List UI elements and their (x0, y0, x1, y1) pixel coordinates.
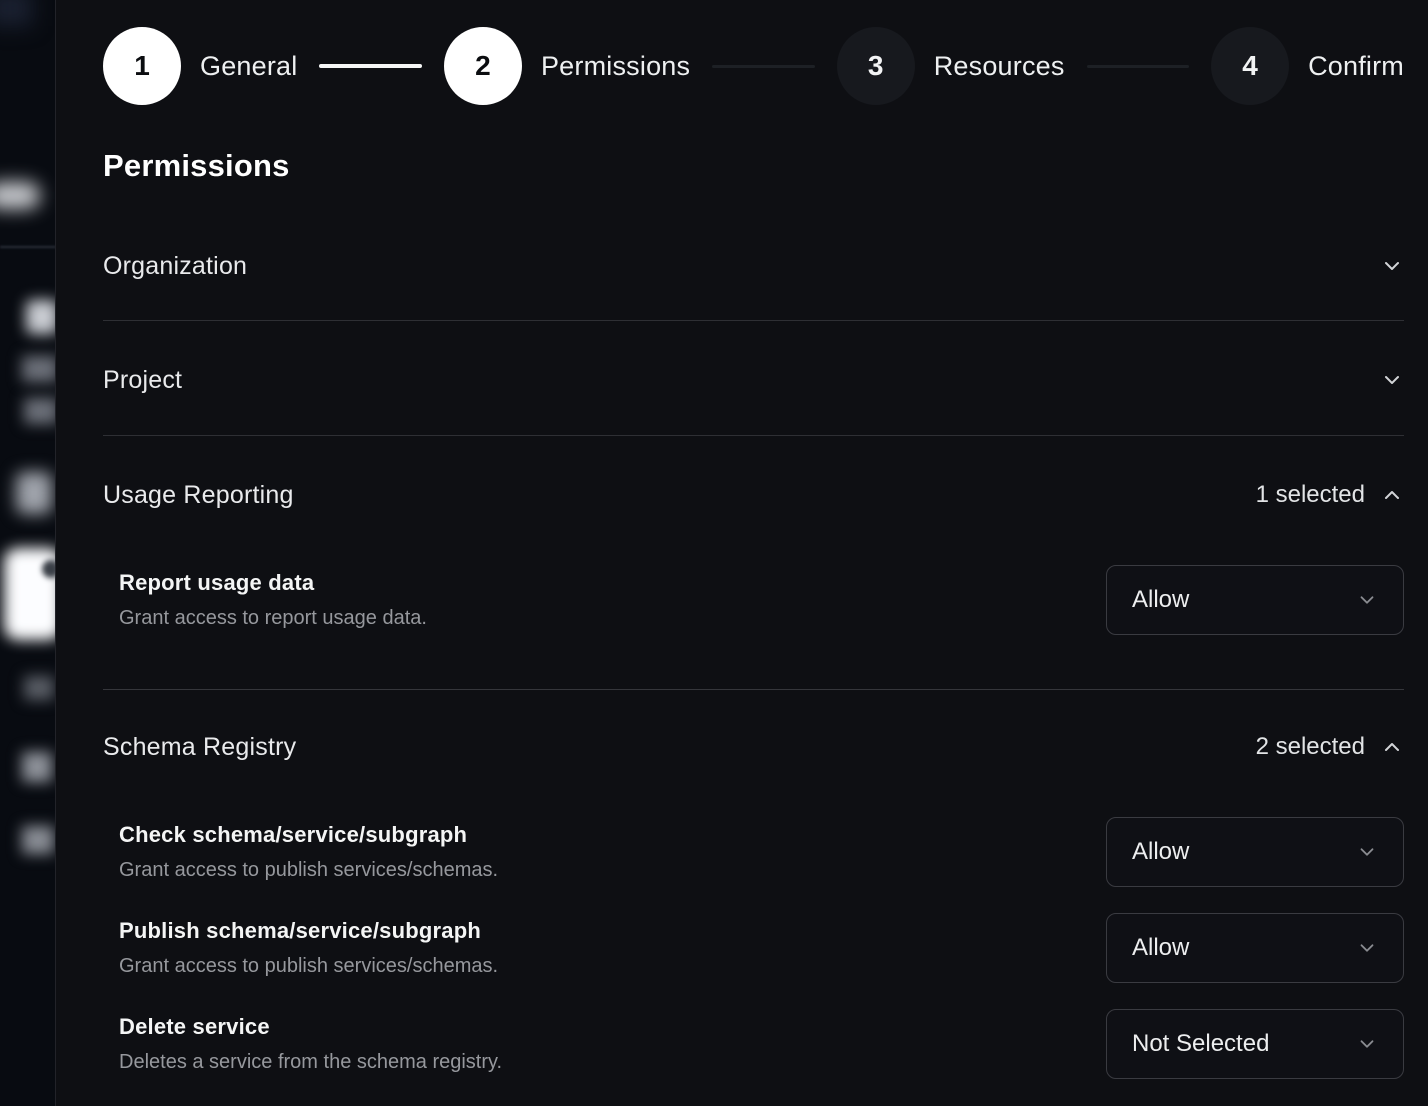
chevron-up-icon (1380, 483, 1404, 507)
dropdown-selected-value: Not Selected (1132, 1030, 1269, 1058)
permission-row: Publish schema/service/subgraph Grant ac… (119, 913, 1404, 983)
stepper-connector-todo (712, 65, 815, 68)
stepper-connector-todo (1087, 65, 1190, 68)
section-title: Schema Registry (103, 732, 296, 762)
permission-row: Report usage data Grant access to report… (119, 565, 1404, 635)
blurred-divider (0, 246, 56, 248)
section-header-schema-registry[interactable]: Schema Registry 2 selected (103, 732, 1404, 762)
section-divider (103, 320, 1404, 321)
chevron-down-icon (1380, 368, 1404, 392)
step-label: General (200, 51, 297, 82)
permission-title: Delete service (119, 1014, 502, 1040)
blurred-sidebar-item (22, 752, 52, 782)
step-label: Confirm (1308, 51, 1404, 82)
stepper-step-general[interactable]: 1 General (103, 27, 297, 105)
section-title: Organization (103, 251, 247, 281)
chevron-down-icon (1356, 841, 1378, 863)
blurred-sidebar-item (22, 356, 56, 382)
blurred-sidebar-item (24, 398, 56, 424)
blurred-sidebar-icon (16, 472, 52, 514)
chevron-up-icon (1380, 735, 1404, 759)
step-number-badge: 1 (103, 27, 181, 105)
stepper-step-resources[interactable]: 3 Resources (837, 27, 1065, 105)
permission-title: Publish schema/service/subgraph (119, 918, 498, 944)
permission-title: Check schema/service/subgraph (119, 822, 498, 848)
wizard-stepper: 1 General 2 Permissions 3 Resources 4 Co… (103, 27, 1404, 105)
selected-count-badge: 1 selected (1256, 481, 1365, 509)
permission-row: Check schema/service/subgraph Grant acce… (119, 817, 1404, 887)
permission-value-dropdown[interactable]: Not Selected (1106, 1009, 1404, 1079)
stepper-step-confirm[interactable]: 4 Confirm (1211, 27, 1404, 105)
chevron-down-icon (1356, 1033, 1378, 1055)
section-divider (103, 435, 1404, 436)
section-header-usage-reporting[interactable]: Usage Reporting 1 selected (103, 480, 1404, 510)
permission-description: Deletes a service from the schema regist… (119, 1050, 502, 1074)
backdrop-blurred-sidebar (0, 0, 56, 1106)
blurred-sidebar-item (0, 182, 40, 209)
blurred-sidebar-item (26, 300, 56, 334)
section-title: Project (103, 365, 182, 395)
blurred-sidebar-item (24, 676, 54, 700)
permission-row: Delete service Deletes a service from th… (119, 1009, 1404, 1079)
step-number-badge: 3 (837, 27, 915, 105)
page-title: Permissions (103, 147, 1404, 185)
chevron-down-icon (1380, 254, 1404, 278)
permission-value-dropdown[interactable]: Allow (1106, 565, 1404, 635)
chevron-down-icon (1356, 937, 1378, 959)
step-number-badge: 4 (1211, 27, 1289, 105)
permission-description: Grant access to publish services/schemas… (119, 954, 498, 978)
step-label: Permissions (541, 51, 690, 82)
section-title: Usage Reporting (103, 480, 294, 510)
step-number-badge: 2 (444, 27, 522, 105)
blurred-avatar (42, 560, 56, 578)
selected-count-badge: 2 selected (1256, 733, 1365, 761)
chevron-down-icon (1356, 589, 1378, 611)
section-header-organization[interactable]: Organization (103, 251, 1404, 281)
dropdown-selected-value: Allow (1132, 934, 1189, 962)
permission-description: Grant access to report usage data. (119, 606, 427, 630)
permission-title: Report usage data (119, 570, 427, 596)
stepper-connector-done (319, 64, 422, 68)
section-header-project[interactable]: Project (103, 365, 1404, 395)
permission-description: Grant access to publish services/schemas… (119, 858, 498, 882)
permission-value-dropdown[interactable]: Allow (1106, 817, 1404, 887)
blurred-sidebar-item (22, 826, 54, 854)
stepper-step-permissions[interactable]: 2 Permissions (444, 27, 690, 105)
step-label: Resources (934, 51, 1065, 82)
permission-value-dropdown[interactable]: Allow (1106, 913, 1404, 983)
wizard-panel: 1 General 2 Permissions 3 Resources 4 Co… (56, 0, 1428, 1106)
dropdown-selected-value: Allow (1132, 586, 1189, 614)
section-divider (103, 689, 1404, 690)
blurred-glow (0, 0, 32, 26)
dropdown-selected-value: Allow (1132, 838, 1189, 866)
